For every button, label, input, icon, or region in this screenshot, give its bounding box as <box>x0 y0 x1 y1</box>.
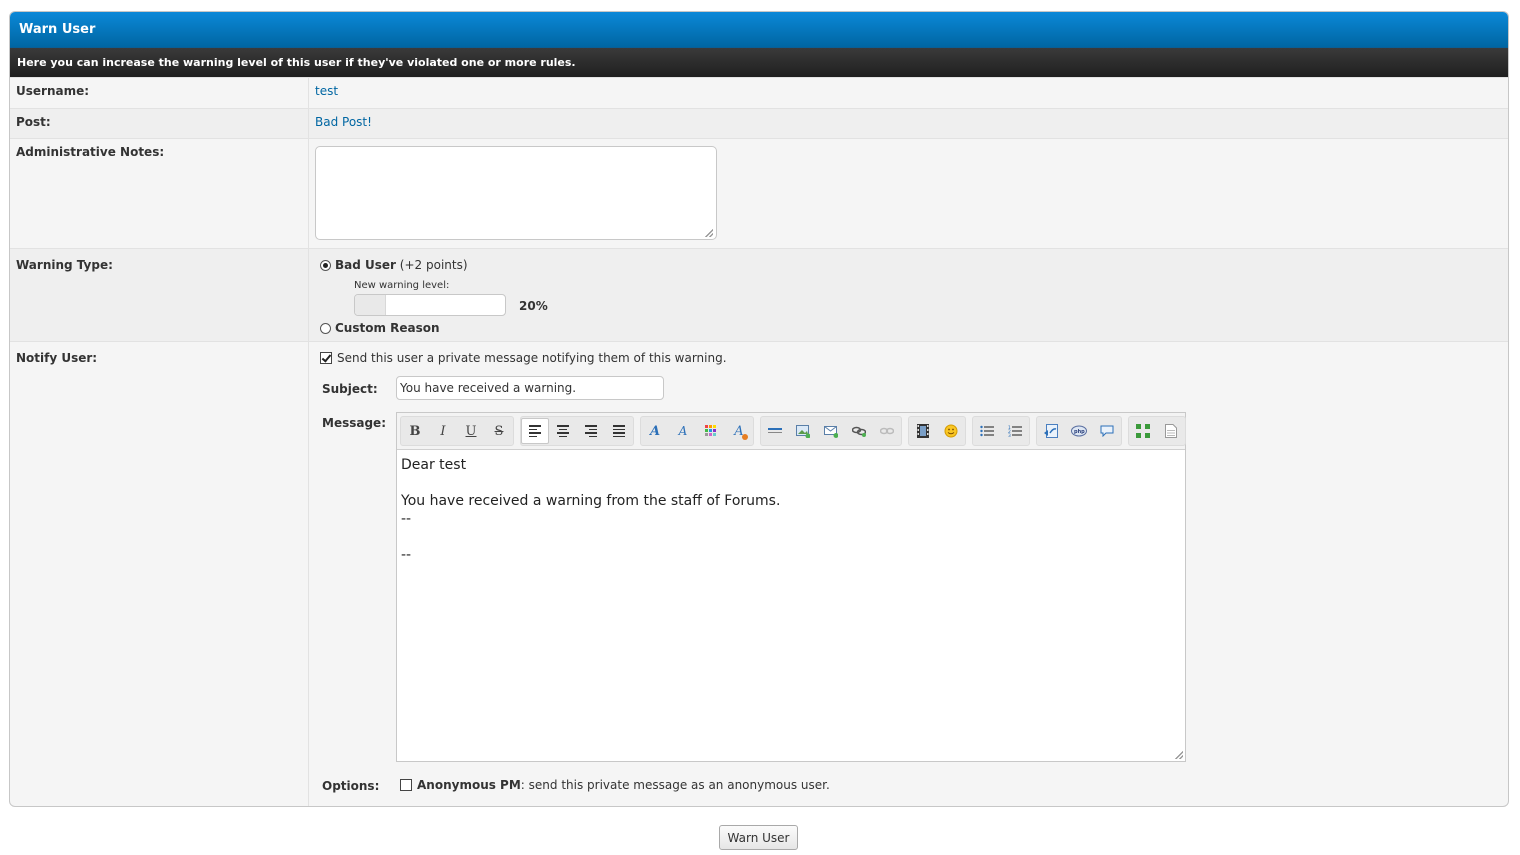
php-icon[interactable]: php <box>1065 418 1093 444</box>
font-group: A A A <box>640 416 754 446</box>
underline-icon[interactable]: U <box>457 418 485 444</box>
custom-reason-label: Custom Reason <box>335 321 440 335</box>
warn-user-panel: Warn User Here you can increase the warn… <box>9 11 1509 807</box>
options-label: Options: <box>322 779 380 793</box>
message-body[interactable]: Dear test You have received a warning fr… <box>397 450 1185 570</box>
remove-format-icon[interactable]: A <box>725 418 753 444</box>
send-pm-label: Send this user a private message notifyi… <box>337 351 727 365</box>
panel-title: Warn User <box>10 12 1508 48</box>
text-style-group: B I U S <box>400 416 514 446</box>
code-icon[interactable] <box>1037 418 1065 444</box>
horizontal-rule-icon[interactable] <box>761 418 789 444</box>
warning-level-bar <box>354 294 506 316</box>
admin-notes-textarea[interactable] <box>315 146 717 240</box>
warning-level-fill <box>355 295 386 315</box>
video-icon[interactable] <box>909 418 937 444</box>
bad-user-radio[interactable] <box>320 260 331 271</box>
bad-user-points: (+2 points) <box>399 258 468 272</box>
new-warning-level-label: New warning level: <box>354 280 450 291</box>
maximize-icon[interactable] <box>1129 418 1157 444</box>
email-icon[interactable] <box>817 418 845 444</box>
message-editor: B I U S A A A 1 2 3 php Dear test You ha… <box>396 412 1186 762</box>
warn-user-button[interactable]: Warn User <box>719 825 798 850</box>
strikethrough-icon[interactable]: S <box>485 418 513 444</box>
source-icon[interactable] <box>1157 418 1185 444</box>
view-group <box>1128 416 1186 446</box>
notify-row: Notify User: Send this user a private me… <box>10 341 1508 806</box>
unlink-icon[interactable] <box>873 418 901 444</box>
justify-icon[interactable] <box>605 418 633 444</box>
code-group: php <box>1036 416 1122 446</box>
message-label: Message: <box>322 416 386 430</box>
anonymous-pm-label: Anonymous PM <box>417 778 521 792</box>
send-pm-checkbox[interactable] <box>320 352 332 364</box>
anonymous-pm-checkbox[interactable] <box>400 779 412 791</box>
custom-reason-radio[interactable] <box>320 323 331 334</box>
panel-description: Here you can increase the warning level … <box>10 48 1508 77</box>
italic-icon[interactable]: I <box>429 418 457 444</box>
post-label: Post: <box>10 109 309 138</box>
post-link[interactable]: Bad Post! <box>315 115 372 129</box>
username-row: Username: test <box>10 77 1508 108</box>
warning-level-percent: 20% <box>519 299 548 313</box>
notify-label: Notify User: <box>10 342 309 806</box>
align-right-icon[interactable] <box>577 418 605 444</box>
bad-user-option-label: Bad User <box>335 258 396 272</box>
ordered-list-icon[interactable]: 123 <box>1001 418 1029 444</box>
bullet-list-icon[interactable] <box>973 418 1001 444</box>
quote-icon[interactable] <box>1093 418 1121 444</box>
font-size-icon[interactable]: A <box>669 418 697 444</box>
subject-label: Subject: <box>322 382 378 396</box>
emoticon-icon[interactable] <box>937 418 965 444</box>
insert-group <box>760 416 902 446</box>
image-icon[interactable] <box>789 418 817 444</box>
notes-label: Administrative Notes: <box>10 139 309 248</box>
editor-resize-grip-icon[interactable] <box>1175 751 1183 759</box>
align-left-icon[interactable] <box>521 418 549 444</box>
media-group <box>908 416 966 446</box>
anonymous-pm-description: : send this private message as an anonym… <box>520 778 830 792</box>
editor-toolbar: B I U S A A A 1 2 3 php <box>397 413 1186 450</box>
username-label: Username: <box>10 78 309 108</box>
subject-input[interactable] <box>396 376 664 400</box>
bold-icon[interactable]: B <box>401 418 429 444</box>
warning-type-row: Warning Type: Bad User (+2 points) New w… <box>10 248 1508 341</box>
link-icon[interactable] <box>845 418 873 444</box>
post-row: Post: Bad Post! <box>10 108 1508 138</box>
warning-type-label: Warning Type: <box>10 249 309 341</box>
resize-grip-icon[interactable] <box>705 229 713 237</box>
username-link[interactable]: test <box>315 84 338 98</box>
font-icon[interactable]: A <box>641 418 669 444</box>
align-center-icon[interactable] <box>549 418 577 444</box>
alignment-group <box>520 416 634 446</box>
list-group: 123 <box>972 416 1030 446</box>
svg-text:3: 3 <box>1008 433 1011 437</box>
color-icon[interactable] <box>697 418 725 444</box>
notes-row: Administrative Notes: <box>10 138 1508 248</box>
svg-text:php: php <box>1074 429 1085 435</box>
